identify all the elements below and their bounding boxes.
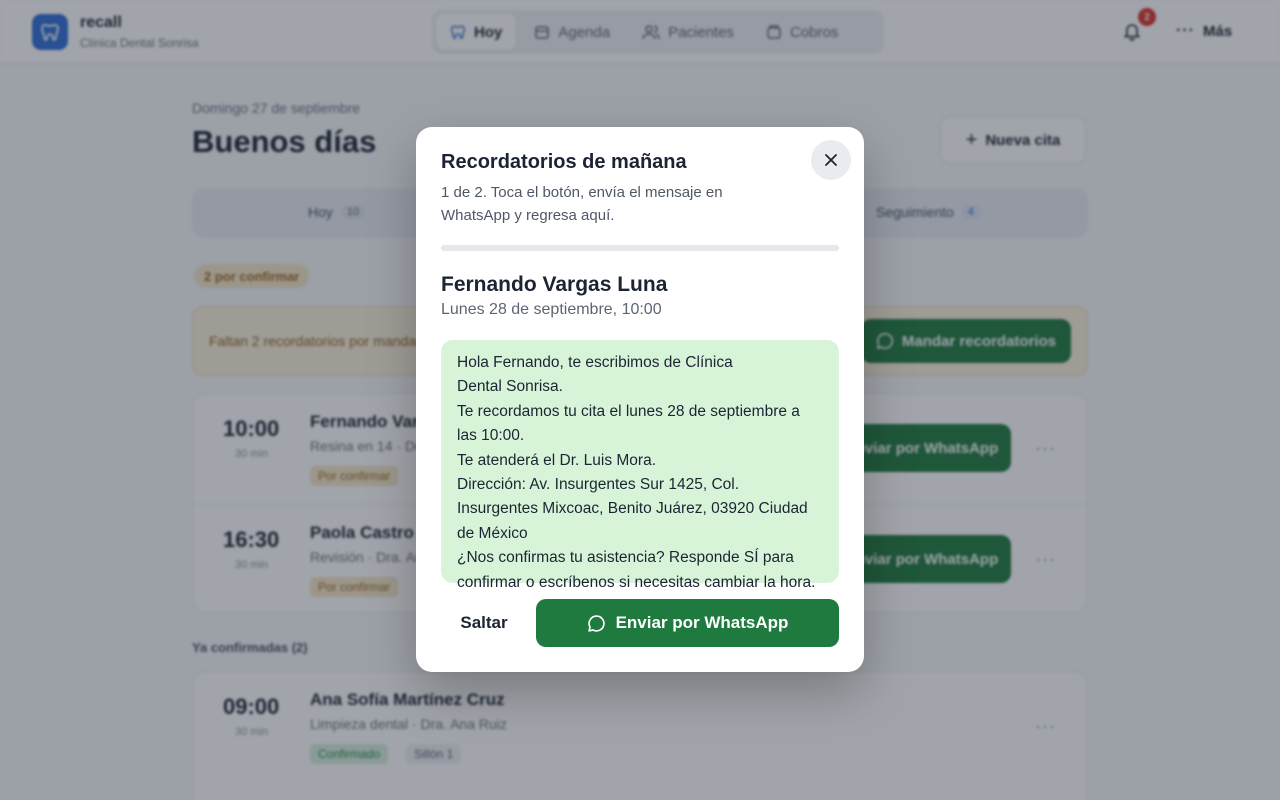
reminder-progress-bar [441, 245, 839, 251]
patient-name: Fernando Vargas Luna [441, 273, 668, 296]
close-button[interactable] [811, 140, 851, 180]
modal-title: Recordatorios de mañana [441, 151, 687, 173]
reminders-modal: Recordatorios de mañana 1 de 2. Toca el … [416, 127, 864, 672]
modal-subtitle: 1 de 2. Toca el botón, envía el mensaje … [441, 184, 723, 224]
close-icon [825, 154, 837, 166]
whatsapp-icon [587, 614, 605, 632]
appointment-datetime: Lunes 28 de septiembre, 10:00 [441, 301, 662, 318]
skip-button[interactable]: Saltar [441, 599, 527, 647]
send-whatsapp-button[interactable]: Enviar por WhatsApp [536, 599, 839, 647]
message-preview: Hola Fernando, te escribimos de Clínica … [441, 340, 839, 591]
send-label: Enviar por WhatsApp [615, 613, 789, 632]
